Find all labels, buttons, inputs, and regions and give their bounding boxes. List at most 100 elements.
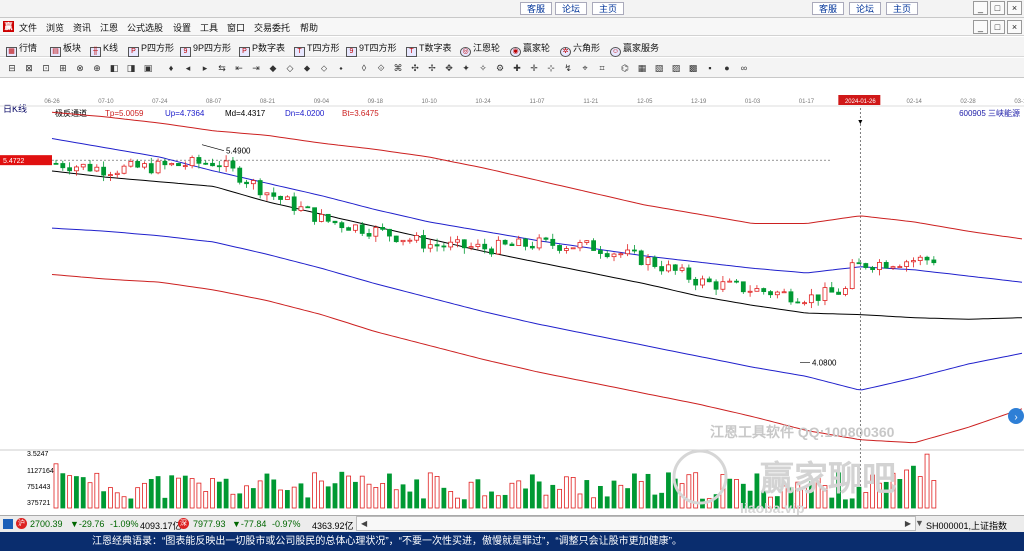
- tool-p-square[interactable]: P P四方形: [128, 41, 174, 57]
- candle-body: [516, 238, 522, 246]
- candle-body: [529, 245, 535, 249]
- tool-kline[interactable]: ╫ K线: [90, 41, 118, 57]
- tool-winner-service[interactable]: ☺ 赢家服务: [610, 41, 659, 57]
- forum-link[interactable]: 论坛: [555, 2, 588, 15]
- draw-tool-icon[interactable]: ∞: [738, 62, 750, 74]
- draw-tool-icon[interactable]: ✛: [528, 62, 540, 74]
- draw-tool-icon[interactable]: ⌬: [619, 62, 631, 74]
- home-link[interactable]: 主页: [592, 2, 625, 15]
- scroll-left-icon[interactable]: ◀: [361, 519, 367, 528]
- tool-label: P四方形: [141, 43, 175, 53]
- child-minimize-icon[interactable]: _: [973, 20, 988, 34]
- forum-link-right[interactable]: 论坛: [849, 2, 882, 15]
- tool-t-table[interactable]: T T数字表: [406, 41, 452, 57]
- draw-tool-icon[interactable]: ▦: [636, 62, 648, 74]
- draw-tool-icon[interactable]: ◧: [108, 62, 120, 74]
- menu-settings[interactable]: 设置: [173, 21, 191, 34]
- candle-body: [142, 163, 147, 168]
- draw-tool-icon[interactable]: ⇤: [233, 62, 245, 74]
- candle-body: [414, 235, 420, 241]
- volume-bar: [312, 472, 317, 509]
- menu-formula[interactable]: 公式选股: [127, 21, 163, 34]
- maximize-icon[interactable]: □: [990, 1, 1005, 15]
- tool-t-square[interactable]: T T四方形: [294, 41, 340, 57]
- draw-tool-icon[interactable]: ⌘: [392, 62, 404, 74]
- draw-tool-icon[interactable]: ◇: [284, 62, 296, 74]
- tool-9p-square[interactable]: 9 9P四方形: [180, 41, 231, 57]
- menu-browse[interactable]: 浏览: [46, 21, 64, 34]
- draw-tool-icon[interactable]: ⇆: [216, 62, 228, 74]
- menu-news[interactable]: 资讯: [73, 21, 91, 34]
- service-link[interactable]: 客服: [520, 2, 553, 15]
- draw-tool-icon[interactable]: ◆: [267, 62, 279, 74]
- draw-tool-icon[interactable]: ◂: [182, 62, 194, 74]
- draw-tool-icon[interactable]: ✧: [477, 62, 489, 74]
- candle-body: [196, 157, 202, 164]
- draw-tool-icon[interactable]: ▣: [142, 62, 154, 74]
- tool-gann-wheel[interactable]: ◎ 江恩轮: [460, 41, 500, 57]
- menu-window[interactable]: 窗口: [227, 21, 245, 34]
- draw-tool-icon[interactable]: ⬩: [335, 62, 347, 74]
- candle-body: [94, 166, 100, 172]
- menu-tools[interactable]: 工具: [200, 21, 218, 34]
- draw-tool-icon[interactable]: ●: [721, 62, 733, 74]
- candle-body: [700, 278, 705, 286]
- draw-tool-icon[interactable]: ▩: [687, 62, 699, 74]
- horizontal-scrollbar[interactable]: ◀ ▶: [356, 516, 916, 531]
- draw-tool-icon[interactable]: ♦: [165, 62, 177, 74]
- tool-quotes[interactable]: ▦ 行情: [6, 41, 37, 57]
- index-grid-icon[interactable]: [3, 519, 13, 529]
- menu-help[interactable]: 帮助: [300, 21, 318, 34]
- volume-bar: [291, 486, 297, 509]
- draw-tool-icon[interactable]: ◨: [125, 62, 137, 74]
- scroll-right-icon[interactable]: ▶: [905, 519, 911, 528]
- child-restore-icon[interactable]: □: [990, 20, 1005, 34]
- tool-9t-square[interactable]: 9 9T四方形: [346, 41, 397, 57]
- draw-tool-icon[interactable]: ⊞: [57, 62, 69, 74]
- draw-tool-icon[interactable]: ⊡: [40, 62, 52, 74]
- draw-tool-icon[interactable]: ⌖: [579, 62, 591, 74]
- draw-tool-icon[interactable]: ⬦: [318, 62, 330, 74]
- menu-file[interactable]: 文件: [19, 21, 37, 34]
- draw-tool-icon[interactable]: ✦: [460, 62, 472, 74]
- volume-bar: [911, 465, 916, 509]
- draw-tool-icon[interactable]: ⌗: [596, 62, 608, 74]
- volume-bar: [393, 489, 399, 509]
- draw-tool-icon[interactable]: ▪: [704, 62, 716, 74]
- tool-sector[interactable]: ▤ 板块: [50, 41, 81, 57]
- close-icon[interactable]: ×: [1007, 1, 1022, 15]
- date-tick-label: 02-28: [960, 99, 976, 105]
- draw-tool-icon[interactable]: ▨: [670, 62, 682, 74]
- draw-tool-icon[interactable]: ✥: [443, 62, 455, 74]
- kline-chart[interactable]: 06-26 07-10 07-24 08-07 08-21 09-04 09-18 10-10…: [0, 94, 1024, 515]
- home-link-right[interactable]: 主页: [886, 2, 919, 15]
- tool-hexagon[interactable]: ✲ 六角形: [560, 41, 600, 57]
- draw-tool-icon[interactable]: ⇥: [250, 62, 262, 74]
- draw-tool-icon[interactable]: ⊹: [545, 62, 557, 74]
- menu-trade[interactable]: 交易委托: [254, 21, 290, 34]
- tool-label: 赢家轮: [523, 43, 551, 53]
- draw-tool-icon[interactable]: ⊟: [6, 62, 18, 74]
- draw-tool-icon[interactable]: ⊠: [23, 62, 35, 74]
- draw-tool-icon[interactable]: ✚: [511, 62, 523, 74]
- minimize-icon[interactable]: _: [973, 1, 988, 15]
- child-close-icon[interactable]: ×: [1007, 20, 1022, 34]
- volume-bar: [189, 478, 195, 509]
- draw-tool-icon[interactable]: ⟐: [375, 62, 387, 74]
- tool-winner-wheel[interactable]: ◉ 赢家轮: [510, 41, 550, 57]
- draw-tool-icon[interactable]: ↯: [562, 62, 574, 74]
- draw-tool-icon[interactable]: ⊕: [91, 62, 103, 74]
- menu-gann[interactable]: 江恩: [100, 21, 118, 34]
- draw-tool-icon[interactable]: ◊: [358, 62, 370, 74]
- draw-tool-icon[interactable]: ⊗: [74, 62, 86, 74]
- draw-tool-icon[interactable]: ▧: [653, 62, 665, 74]
- volume-bar: [366, 483, 372, 509]
- draw-tool-icon[interactable]: ⬥: [301, 62, 313, 74]
- draw-tool-icon[interactable]: ✣: [409, 62, 421, 74]
- draw-tool-icon[interactable]: ▸: [199, 62, 211, 74]
- draw-tool-icon[interactable]: ✢: [426, 62, 438, 74]
- tool-p-table[interactable]: P P数字表: [239, 41, 285, 57]
- service-link-right[interactable]: 客服: [812, 2, 845, 15]
- draw-tool-icon[interactable]: ⚙: [494, 62, 506, 74]
- volume-bar: [407, 491, 413, 509]
